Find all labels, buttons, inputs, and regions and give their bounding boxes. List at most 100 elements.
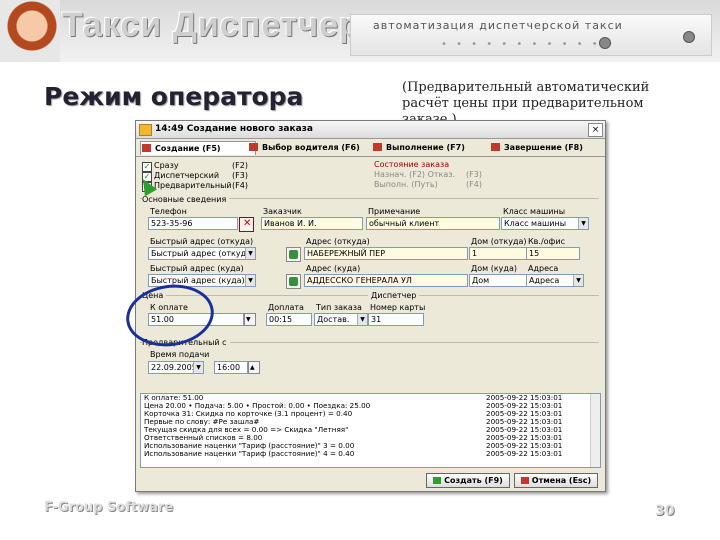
date-select[interactable]: 22.09.2005 ▼ — [148, 361, 204, 374]
tab-execution[interactable]: Выполнение (F7) — [372, 141, 496, 154]
map-from-icon[interactable] — [286, 247, 301, 262]
tab-create-label: Создание (F5) — [155, 144, 221, 153]
phone-input[interactable]: 523-35-96 — [148, 217, 238, 230]
extra-input[interactable]: 00:15 — [266, 313, 312, 326]
window-title: 14:49 Создание нового заказа — [155, 124, 313, 134]
log-row: Использование наценки "Тариф (расстояние… — [141, 450, 600, 458]
close-button[interactable]: × — [588, 123, 603, 137]
price-log[interactable]: К оплате: 51.00 2005-09-22 15:03:01 Цена 2… — [140, 393, 601, 468]
tagline-box: автоматизация диспетчерской такси • • • … — [350, 14, 712, 56]
order-type-dispatch-key: (F3) — [232, 171, 248, 180]
apt-label: Кв./офис — [528, 237, 565, 246]
tagline-text: автоматизация диспетчерской такси — [373, 19, 623, 32]
operator-avatar — [0, 0, 60, 62]
section-order-title: Основные сведения — [142, 195, 230, 204]
customer-label: Заказчик — [263, 207, 302, 216]
order-type-now-label: Сразу — [154, 161, 179, 170]
page-number: 30 — [655, 503, 675, 519]
date-value: 22.09.2005 — [151, 363, 197, 372]
house-from-label: Дом (откуда) — [471, 237, 527, 246]
check-icon — [433, 477, 442, 484]
create-button-label: Создать (F9) — [444, 476, 503, 485]
quick-from-select[interactable]: Быстрый адрес (откуда) ▼ — [148, 247, 256, 260]
log-scrollbar[interactable] — [590, 394, 600, 467]
car-class-label: Класс машины — [503, 207, 566, 216]
house-from-input[interactable]: 1 — [469, 247, 527, 260]
time-spin[interactable]: ▲ — [248, 361, 260, 374]
tab-create-icon — [142, 144, 151, 152]
status-row-2-key: (F4) — [466, 180, 482, 189]
car-class-select[interactable]: Класс машины ▼ — [501, 217, 589, 230]
tab-bar: Создание (F5) Выбор водителя (F6) Выполн… — [136, 139, 605, 157]
note-label: Примечание — [368, 207, 421, 216]
tab-execution-label: Выполнение (F7) — [386, 143, 465, 152]
tab-select-driver[interactable]: Выбор водителя (F6) — [248, 141, 382, 154]
log-text: Использование наценки "Тариф (расстояние… — [144, 449, 355, 458]
clear-phone-icon[interactable]: ✕ — [239, 217, 254, 232]
chevron-down-icon[interactable]: ▼ — [193, 362, 203, 373]
section-payment-title: Диспетчер — [368, 291, 420, 300]
cancel-button-label: Отмена (Esc) — [531, 476, 592, 485]
chevron-down-icon[interactable]: ▼ — [245, 275, 255, 286]
addr-to-input[interactable]: АДДЕССКО ГЕНЕРАЛА УЛ — [304, 274, 468, 287]
quick-to-value: Быстрый адрес (куда) — [151, 276, 245, 285]
quick-to-label: Быстрый адрес (куда) — [150, 264, 244, 273]
note-input[interactable]: обычный клиент — [366, 217, 500, 230]
apt-input[interactable]: 15 — [526, 247, 580, 260]
decorative-dots: • • • • • • • • • • • • — [441, 39, 616, 50]
order-type-now-checkbox[interactable]: ✓ — [142, 162, 152, 172]
customer-input[interactable]: Иванов И. И. — [261, 217, 363, 230]
order-kind-label: Тип заказа — [316, 303, 362, 312]
slide-title: Режим оператора — [44, 82, 304, 111]
slide-banner: Такси Диспетчер автоматизация диспетчерс… — [0, 0, 720, 62]
card-input[interactable]: 31 — [368, 313, 424, 326]
area-select[interactable]: Адреса ▼ — [526, 274, 584, 287]
window-titlebar[interactable]: 14:49 Создание нового заказа × — [136, 121, 605, 139]
window-app-icon — [139, 124, 152, 136]
time-label: Время подачи — [150, 350, 210, 359]
footer-brand: F-Group Software — [44, 500, 174, 515]
log-date: 2005-09-22 15:03:01 — [486, 449, 563, 458]
area-value: Адреса — [529, 276, 560, 285]
order-type-dispatch-label: Диспетчерский — [154, 171, 220, 180]
gear-icon — [683, 31, 695, 43]
create-button[interactable]: Создать (F9) — [426, 473, 510, 488]
house-to-label: Дом (куда) — [471, 264, 517, 273]
status-row-1-label: Назнач. (F2) Отказ. — [374, 170, 456, 179]
tab-complete-label: Завершение (F8) — [504, 143, 583, 152]
extra-label: Доплата — [268, 303, 304, 312]
order-type-now-key: (F2) — [232, 161, 248, 170]
chevron-down-icon[interactable]: ▼ — [357, 314, 367, 325]
time-input[interactable]: 16:00 — [214, 361, 248, 374]
order-type-prelim-label: Предварительный — [154, 181, 232, 190]
tab-complete[interactable]: Завершение (F8) — [490, 141, 604, 154]
tab-execution-icon — [373, 143, 382, 151]
house-to-input[interactable]: Дом — [469, 274, 527, 287]
cancel-icon — [520, 477, 529, 484]
card-label: Номер карты — [370, 303, 426, 312]
price-spin[interactable]: ▼ — [244, 313, 256, 326]
tab-select-driver-label: Выбор водителя (F6) — [262, 143, 360, 152]
tab-create[interactable]: Создание (F5) — [140, 141, 256, 155]
status-row-1-key: (F3) — [466, 170, 482, 179]
order-kind-select[interactable]: Достав. ▼ — [314, 313, 368, 326]
quick-from-label: Быстрый адрес (откуда) — [150, 237, 254, 246]
addr-from-input[interactable]: НАБЕРЕЖНЫЙ ПЕР — [304, 247, 468, 260]
order-type-prelim-key: (F4) — [232, 181, 248, 190]
chevron-down-icon[interactable]: ▼ — [578, 218, 588, 229]
brand-logo-text: Такси Диспетчер — [62, 6, 361, 44]
map-to-icon[interactable] — [286, 274, 301, 289]
phone-label: Телефон — [150, 207, 187, 216]
chevron-down-icon[interactable]: ▼ — [573, 275, 583, 286]
quick-from-value: Быстрый адрес (откуда) — [151, 249, 255, 258]
gear-icon — [599, 37, 611, 49]
chevron-down-icon[interactable]: ▼ — [245, 248, 255, 259]
cancel-button[interactable]: Отмена (Esc) — [514, 473, 598, 488]
order-kind-value: Достав. — [317, 315, 350, 324]
car-class-value: Класс машины — [504, 219, 567, 228]
addr-from-label: Адрес (откуда) — [306, 237, 370, 246]
addr-to-label: Адрес (куда) — [306, 264, 361, 273]
tab-complete-icon — [491, 143, 500, 151]
area-label: Адреса — [528, 264, 559, 273]
tab-select-driver-icon — [249, 143, 258, 151]
